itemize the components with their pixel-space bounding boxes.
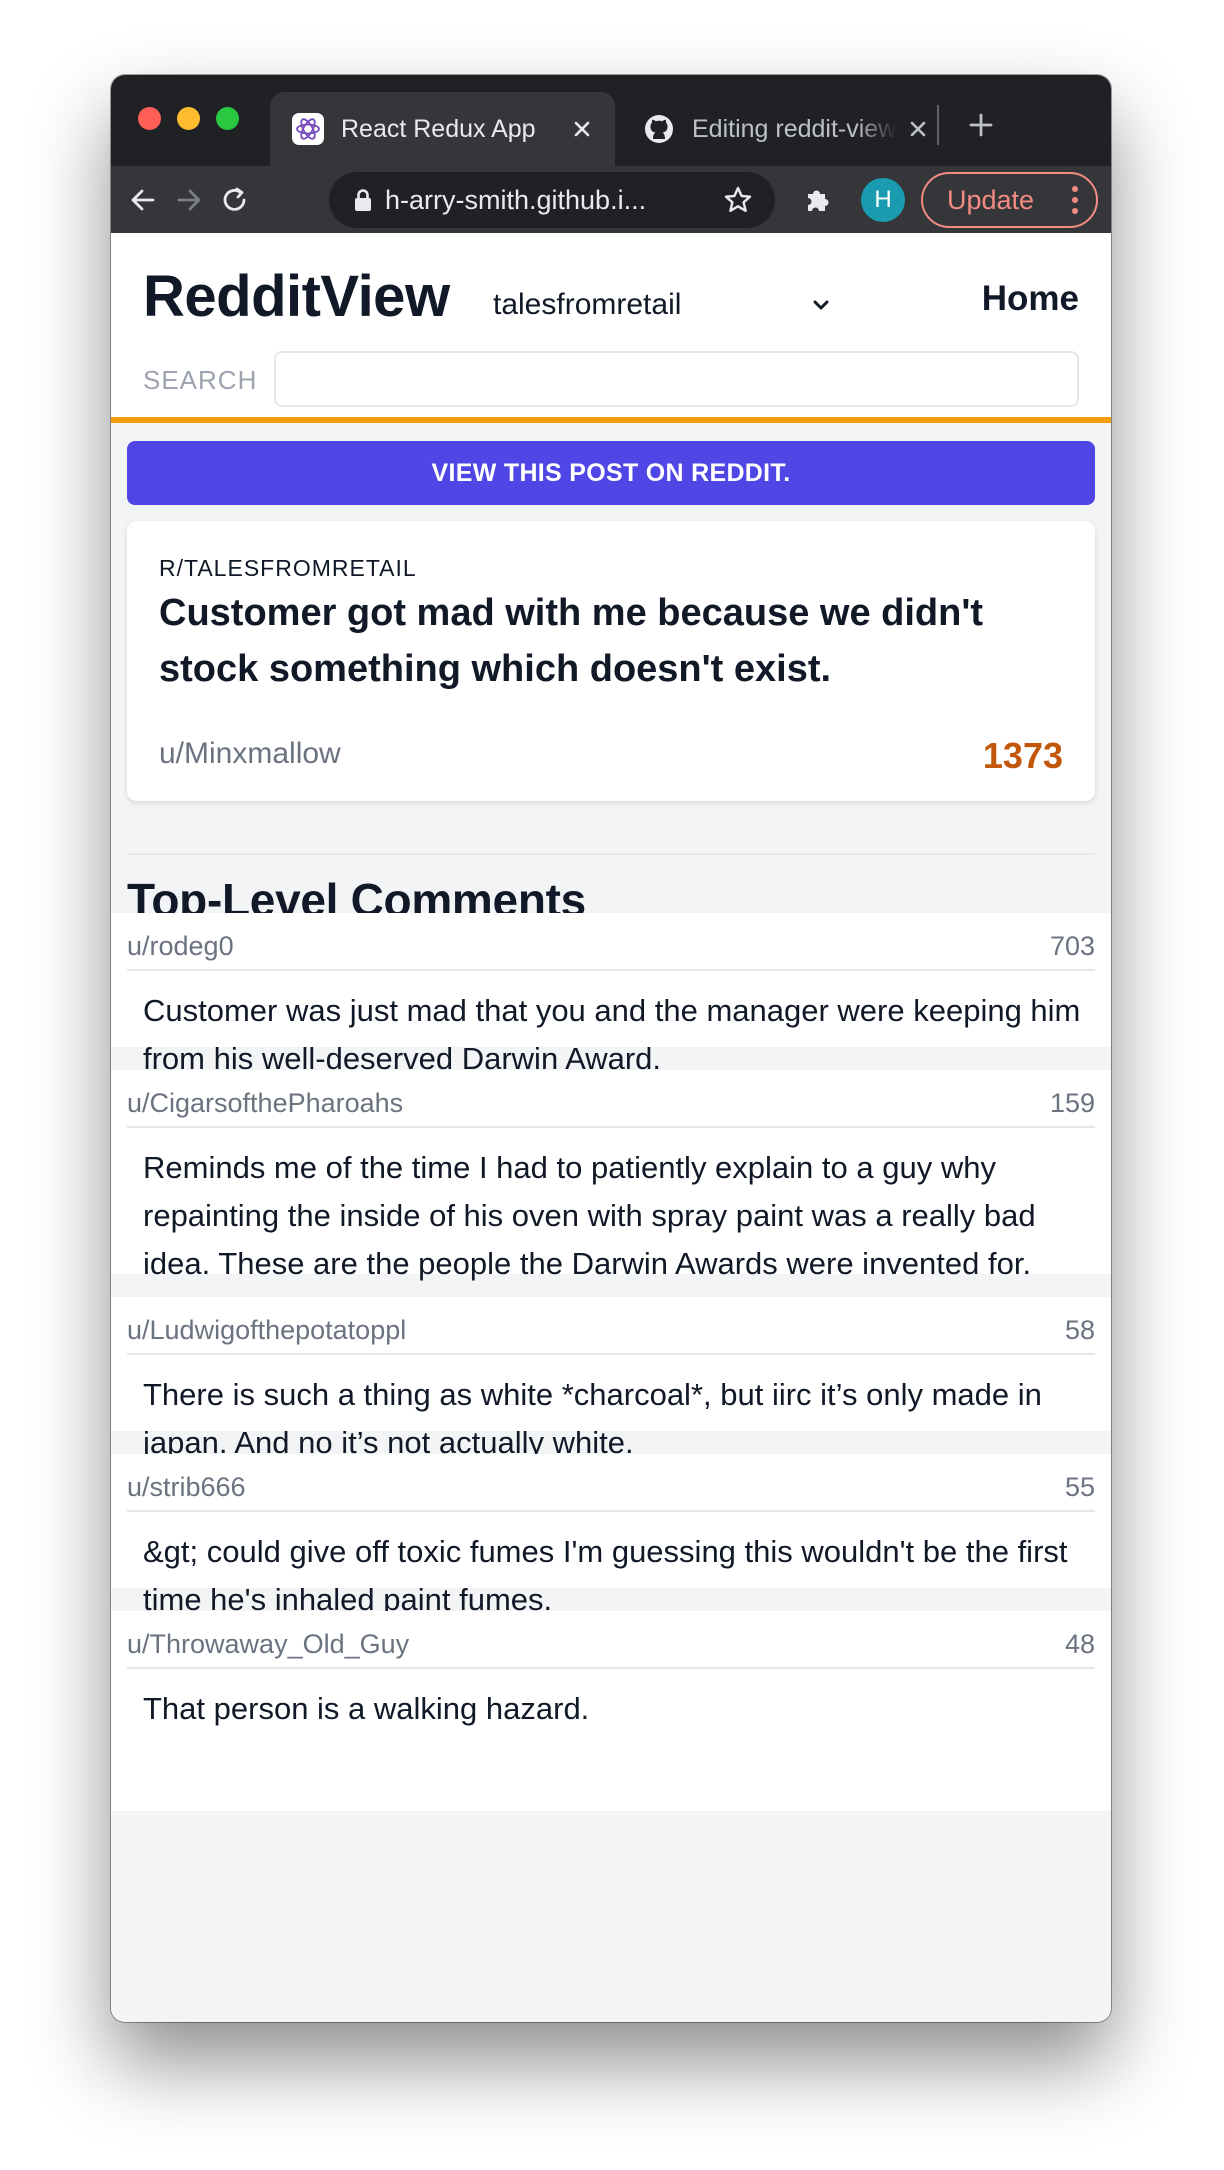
comment-header: u/strib666 55 (127, 1472, 1095, 1512)
back-arrow-icon[interactable] (123, 180, 163, 220)
close-icon[interactable] (905, 116, 931, 142)
new-tab-plus-icon[interactable] (963, 107, 999, 143)
comment-item: u/Throwaway_Old_Guy 48 That person is a … (111, 1611, 1111, 1811)
close-icon[interactable] (569, 116, 595, 142)
divider (127, 853, 1095, 855)
view-on-reddit-button[interactable]: VIEW THIS POST ON REDDIT. (127, 441, 1095, 505)
address-bar[interactable]: h-arry-smith.github.i... (329, 172, 775, 228)
search-label: SEARCH (143, 365, 258, 395)
comment-author: u/rodeg0 (127, 931, 234, 961)
comment-author: u/CigarsofthePharoahs (127, 1088, 404, 1118)
tab-react-redux-app[interactable]: React Redux App (270, 92, 615, 166)
comment-score: 703 (1049, 931, 1095, 961)
comment-score: 159 (1049, 1088, 1095, 1118)
browser-window: React Redux App Editing reddit-view h-ar… (111, 75, 1111, 2022)
site-logo[interactable]: RedditView (143, 263, 450, 330)
minimize-window-button[interactable] (177, 107, 200, 130)
page-viewport: RedditView talesfromretail Home SEARCH V… (111, 233, 1111, 2022)
extensions-puzzle-icon[interactable] (798, 180, 838, 220)
comment-body: Reminds me of the time I had to patientl… (143, 1150, 1036, 1281)
comment-body: That person is a walking hazard. (143, 1691, 590, 1726)
chevron-down-icon (809, 293, 833, 317)
comment-author: u/Ludwigofthepotatoppl (127, 1315, 407, 1345)
lock-icon (353, 188, 373, 212)
comment-body: &gt; could give off toxic fumes I'm gues… (143, 1534, 1068, 1617)
subreddit-select[interactable]: talesfromretail (493, 283, 833, 327)
tab-separator (937, 105, 939, 145)
search-input[interactable] (274, 351, 1079, 407)
comment-item: u/CigarsofthePharoahs 159 Reminds me of … (111, 1070, 1111, 1281)
browser-toolbar: h-arry-smith.github.i... H Update (111, 166, 1111, 233)
comment-item: u/Ludwigofthepotatoppl 58 There is such … (111, 1297, 1111, 1460)
bookmark-star-icon[interactable] (723, 185, 753, 215)
comment-header: u/Throwaway_Old_Guy 48 (127, 1629, 1095, 1669)
site-header: RedditView talesfromretail Home SEARCH (111, 233, 1111, 423)
post-score: 1373 (982, 735, 1063, 776)
subreddit-select-value: talesfromretail (493, 288, 682, 321)
comment-header: u/CigarsofthePharoahs 159 (127, 1088, 1095, 1128)
comment-body: There is such a thing as white *charcoal… (143, 1377, 1042, 1460)
profile-avatar[interactable]: H (861, 178, 905, 222)
comment-score: 48 (1064, 1629, 1095, 1659)
comment-item: u/strib666 55 &gt; could give off toxic … (111, 1454, 1111, 1617)
comment-item: u/rodeg0 703 Customer was just mad that … (111, 913, 1111, 1076)
zoom-window-button[interactable] (216, 107, 239, 130)
more-vertical-icon (1072, 186, 1078, 214)
reload-icon[interactable] (215, 180, 255, 220)
comment-header: u/rodeg0 703 (127, 931, 1095, 971)
tab-title: React Redux App (341, 114, 536, 143)
comment-author: u/Throwaway_Old_Guy (127, 1629, 410, 1659)
close-window-button[interactable] (138, 107, 161, 130)
post-card: R/TALESFROMRETAIL Customer got mad with … (127, 521, 1095, 801)
github-icon (643, 113, 675, 145)
update-label: Update (947, 184, 1035, 215)
home-link[interactable]: Home (982, 279, 1079, 319)
post-author: u/Minxmallow (159, 737, 341, 770)
comment-author: u/strib666 (127, 1472, 246, 1502)
comment-score: 58 (1064, 1315, 1095, 1345)
tab-title: Editing reddit-view (692, 114, 897, 143)
url-text: h-arry-smith.github.i... (385, 184, 647, 215)
comment-body: Customer was just mad that you and the m… (143, 993, 1081, 1076)
update-button[interactable]: Update (921, 172, 1098, 228)
tab-editing-reddit-view[interactable]: Editing reddit-view (621, 92, 951, 166)
redux-icon (292, 113, 324, 145)
comment-score: 55 (1064, 1472, 1095, 1502)
comment-header: u/Ludwigofthepotatoppl 58 (127, 1315, 1095, 1355)
tab-strip: React Redux App Editing reddit-view (111, 75, 1111, 166)
post-subreddit: R/TALESFROMRETAIL (159, 555, 417, 581)
post-title: Customer got mad with me because we didn… (159, 592, 984, 690)
forward-arrow-icon[interactable] (169, 180, 209, 220)
